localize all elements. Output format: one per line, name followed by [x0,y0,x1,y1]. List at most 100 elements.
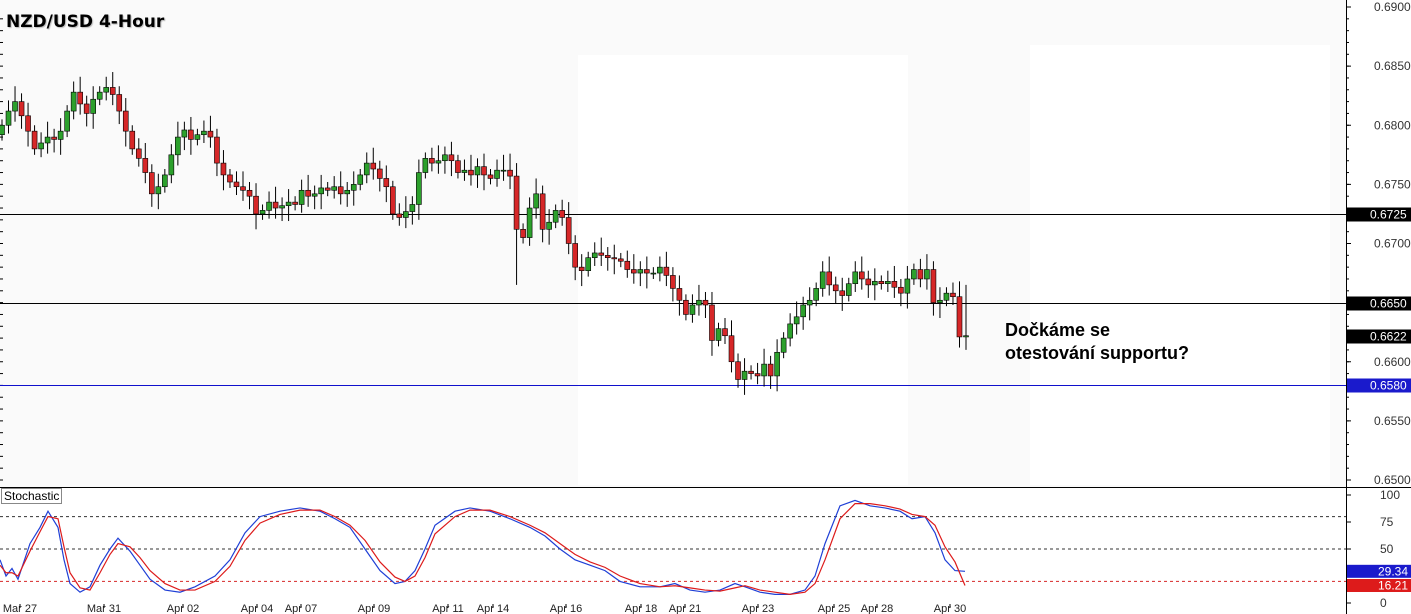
candle-body [129,130,136,150]
candle-body [722,328,728,337]
candle-body [885,281,891,285]
candle-body [370,162,377,170]
candle-body [194,134,201,140]
candle-body [233,181,240,188]
price-chart[interactable]: 0.6900 0.6850 0.6800 0.6750 0.6700 0.6650 0.66… [0,0,1411,614]
y-tick-label: 0.6800 [1374,118,1411,132]
candle-body [409,204,416,212]
x-tick-label: Apr 23 [742,603,774,614]
candle-body [832,284,839,292]
candle-body [70,91,77,112]
candle-body [793,316,800,325]
candle-body [435,160,442,164]
candle-body [917,269,924,280]
candle-body [774,351,780,377]
y-tick-label: 0.6900 [1374,0,1411,14]
candle-body [852,271,859,285]
candle-body [96,91,103,100]
candle-body [83,103,90,114]
candle-body [513,175,520,230]
candle-body [572,243,578,268]
candle-body [461,169,468,173]
candle-body [683,299,689,315]
candle-body [780,337,787,353]
y-tick-label: 0.6600 [1374,355,1411,369]
candle-body [403,211,409,218]
candle-body [181,129,188,138]
y-tick-label: 0.6550 [1374,414,1411,428]
candle-body [468,169,474,176]
candle-body [806,299,813,306]
candle-body [279,205,285,209]
candle-body [474,166,481,176]
x-tick-label: Apr 16 [550,603,582,614]
candle-body [429,158,435,164]
candle-body [344,189,351,195]
candle-body [18,101,25,117]
candle-body [663,266,670,276]
candle-body [904,278,911,294]
candle-body [819,271,826,289]
candle-body [201,130,207,136]
candle-body [617,258,624,262]
candle-body [122,110,129,132]
candle-body [715,328,722,341]
candle-body [481,166,487,176]
indicator-label: Stochastic [1,488,63,504]
x-tick-label: Apr 11 [432,603,464,614]
candle-body [292,201,298,205]
candle-body [272,201,279,209]
candle-body [611,257,618,260]
candle-body [911,269,917,280]
candle-body [25,115,31,132]
candle-body [240,186,246,191]
candle-body [754,373,761,377]
candle-body [891,281,898,288]
candle-body [598,252,605,256]
x-tick-label: Apr 18 [625,603,657,614]
candle-body [591,252,598,258]
y-tick-label: 0.6850 [1374,59,1411,73]
y-tick-label: 0.6750 [1374,177,1411,191]
candle-body [500,169,507,172]
candle-body [702,299,709,306]
candle-body [0,124,5,136]
candle-body [298,189,305,205]
candle-body [865,278,872,286]
candle-body [898,286,904,294]
candle-body [578,266,585,271]
last-price-label: 0.6622 [1370,330,1407,344]
candle-body [604,255,611,258]
candle-body [507,169,513,177]
x-tick-label: Apr 30 [934,603,966,614]
y-tick-label: 0.6500 [1374,473,1411,487]
candle-body [650,272,657,275]
x-tick-label: Apr 04 [241,603,273,614]
candle-body [168,154,175,176]
candle-body [376,168,383,179]
candle-body [363,162,370,176]
candle-body [350,184,357,191]
candle-body [839,290,846,296]
candle-body [950,292,956,298]
candle-body [207,130,214,138]
candle-body [728,335,735,363]
candle-body [416,172,422,205]
candle-body [670,275,676,289]
candle-body [64,110,70,132]
level-tag-label: 0.6580 [1370,379,1407,393]
candle-body [57,130,64,140]
candle-body [520,229,526,238]
candle-body [624,260,631,270]
candle-body [175,136,181,156]
stoch-y-label: 75 [1380,515,1394,529]
x-tick-label: Mar 31 [87,603,121,614]
price-pane-light-area [1030,45,1330,485]
x-tick-label: Apr 21 [669,603,701,614]
x-tick-label: Apr 09 [358,603,390,614]
candle-body [12,101,18,112]
candle-body [253,195,259,215]
candle-body [448,154,455,162]
candle-body [311,193,318,197]
candle-body [494,169,500,179]
